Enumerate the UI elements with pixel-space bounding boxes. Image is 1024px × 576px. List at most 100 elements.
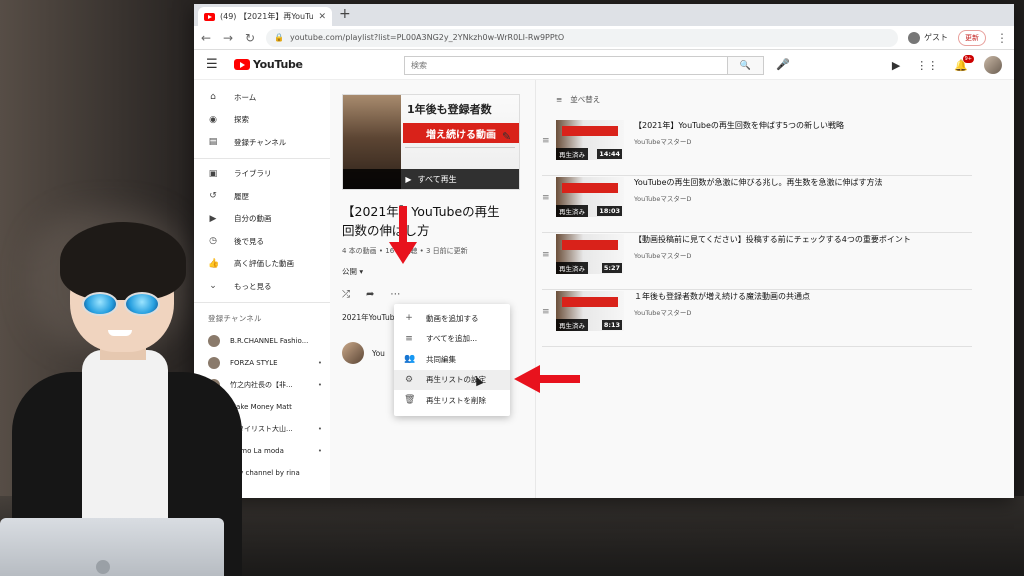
collaborate-icon: 👥 [404, 354, 416, 365]
forward-icon[interactable]: → [222, 31, 234, 45]
sidebar-divider [194, 157, 330, 159]
playlist-thumbnail[interactable]: 1年後も登録者数 増え続ける動画 ▶ すべて再生 [342, 94, 520, 190]
new-content-dot: • [317, 446, 322, 455]
playlist-video-row[interactable]: ≡ 再生済み 18:03 YouTubeの再生回数が急激に伸びる兆し。再生数を急激に伸… [542, 177, 972, 233]
menu-item-playlist-add[interactable]: ≡ すべてを追加... [394, 329, 510, 350]
video-list: ≡ 並べ替え ≡ 再生済み 14:44 【2021年】YouTubeの再生回数を伸ばす… [535, 80, 1014, 498]
search-icon: 🔍 [739, 60, 752, 71]
delete-icon: 🗑 [404, 395, 416, 406]
watched-badge: 再生済み [556, 148, 588, 160]
sidebar-item-home[interactable]: ⌂ ホーム [194, 86, 330, 109]
drag-handle-icon[interactable]: ≡ [542, 193, 550, 203]
sort-button[interactable]: ≡ 並べ替え [556, 94, 600, 105]
edit-title-icon[interactable]: ✎ [502, 130, 511, 143]
update-button[interactable]: 更新 [958, 29, 986, 46]
menu-item-settings[interactable]: ⚙ 再生リストの設定 [394, 369, 510, 390]
apps-icon[interactable]: ⋮⋮ [916, 59, 938, 72]
duration-badge: 5:27 [601, 263, 622, 273]
browser-tab[interactable]: (49) 【2021年】再YouTubeの生... ✕ [198, 7, 332, 26]
thumbnail-banner [562, 126, 618, 136]
new-content-dot: • [317, 380, 322, 389]
watched-badge: 再生済み [556, 262, 588, 274]
subscriptions-icon: ▤ [208, 137, 218, 148]
sidebar-item-explore[interactable]: ◉ 探索 [194, 109, 330, 132]
tab-title: (49) 【2021年】再YouTubeの生... [220, 12, 314, 21]
watched-badge: 再生済み [556, 205, 588, 217]
video-channel[interactable]: YouTubeマスターD [634, 307, 810, 317]
play-all-button[interactable]: ▶ すべて再生 [343, 169, 519, 189]
playlist-title: 【2021年】YouTubeの再生回数の伸ばし方 [342, 204, 500, 238]
youtube-logo[interactable]: YouTube [234, 58, 303, 71]
drag-handle-icon[interactable]: ≡ [542, 307, 550, 317]
hamburger-menu-icon[interactable]: ☰ [206, 57, 224, 72]
apple-logo-icon [96, 560, 110, 574]
play-all-label: すべて再生 [417, 174, 457, 184]
sidebar-item-history[interactable]: ↺ 履歴 [194, 185, 330, 208]
url-field[interactable]: 🔒 youtube.com/playlist?list=PL00A3NG2y_2… [266, 28, 898, 47]
close-tab-icon[interactable]: ✕ [318, 12, 326, 22]
browser-window: (49) 【2021年】再YouTubeの生... ✕ + ← → ↻ 🔒 yo… [194, 4, 1014, 498]
share-icon[interactable]: ➦ [366, 289, 374, 300]
duration-badge: 18:03 [597, 206, 622, 216]
thumbnail-text: 1年後も登録者数 [407, 103, 492, 116]
sidebar-item-library[interactable]: ▣ ライブラリ [194, 163, 330, 186]
dropdown-arrow-icon: ▾ [359, 267, 364, 276]
duration-badge: 8:13 [601, 320, 622, 330]
thumbnail-chart [405, 147, 515, 167]
video-thumbnail[interactable]: 再生済み 14:44 [556, 120, 624, 160]
search-input[interactable] [405, 57, 727, 74]
video-thumbnail[interactable]: 再生済み 18:03 [556, 177, 624, 217]
guest-profile[interactable]: ゲスト [908, 31, 948, 44]
guest-label: ゲスト [924, 33, 948, 42]
video-title[interactable]: YouTubeの再生回数が急激に伸びる兆し。再生数を急激に伸ばす方法 [634, 177, 883, 188]
youtube-logo-icon [234, 59, 250, 70]
video-title[interactable]: １年後も登録者数が増え続ける魔法動画の共通点 [634, 291, 810, 302]
playlist-video-row[interactable]: ≡ 再生済み 5:27 【動画投稿前に見てください】投稿する前にチェックする4つの重要… [542, 234, 972, 290]
sidebar-item-subscriptions[interactable]: ▤ 登録チャンネル [194, 131, 330, 154]
thumbnail-banner [562, 183, 618, 193]
more-actions-icon[interactable]: ⋯ [390, 289, 400, 300]
menu-item-label: 動画を追加する [426, 313, 479, 323]
video-channel[interactable]: YouTubeマスターD [634, 193, 883, 203]
red-arrow-down-icon [389, 242, 417, 264]
search-button[interactable]: 🔍 [727, 57, 763, 74]
sidebar-item-label: 探索 [234, 115, 249, 125]
new-content-dot: • [317, 424, 322, 433]
privacy-dropdown[interactable]: 公開 ▾ [342, 266, 523, 277]
microphone-icon[interactable]: 🎤 [776, 58, 790, 71]
create-video-icon[interactable]: ▶ [892, 59, 900, 72]
video-thumbnail[interactable]: 再生済み 8:13 [556, 291, 624, 331]
video-channel[interactable]: YouTubeマスターD [634, 250, 911, 260]
notifications-icon[interactable]: 🔔 9+ [954, 54, 974, 72]
video-channel[interactable]: YouTubeマスターD [634, 136, 844, 146]
history-icon: ↺ [209, 191, 217, 202]
browser-menu-icon[interactable]: ⋮ [996, 31, 1008, 45]
thumbnail-banner [562, 297, 618, 307]
playlist-actions: ⤮ ➦ ⋯ [342, 289, 523, 300]
playlist-meta: 4 本の動画 • 16 回視聴 • 3 日前に更新 [342, 247, 468, 255]
menu-item-label: 共同編集 [426, 354, 456, 364]
playlist-video-row[interactable]: ≡ 再生済み 14:44 【2021年】YouTubeの再生回数を伸ばす5つの新しい戦… [542, 120, 972, 176]
lock-icon: 🔒 [274, 33, 284, 42]
video-title[interactable]: 【動画投稿前に見てください】投稿する前にチェックする4つの重要ポイント [634, 234, 911, 245]
video-title[interactable]: 【2021年】YouTubeの再生回数を伸ばす5つの新しい戦略 [634, 120, 844, 131]
shuffle-icon[interactable]: ⤮ [342, 289, 350, 300]
menu-item-delete[interactable]: 🗑 再生リストを削除 [394, 390, 510, 411]
back-icon[interactable]: ← [200, 31, 212, 45]
new-tab-icon[interactable]: + [339, 6, 351, 22]
video-thumbnail[interactable]: 再生済み 5:27 [556, 234, 624, 274]
reload-icon[interactable]: ↻ [244, 31, 256, 45]
menu-item-add[interactable]: + 動画を追加する [394, 308, 510, 329]
new-content-dot: • [317, 358, 322, 367]
drag-handle-icon[interactable]: ≡ [542, 250, 550, 260]
account-avatar[interactable] [984, 56, 1002, 74]
red-arrow-down-shaft [399, 206, 407, 246]
settings-icon: ⚙ [404, 374, 414, 385]
playlist-video-row[interactable]: ≡ 再生済み 8:13 １年後も登録者数が増え続ける魔法動画の共通点 YouTubeマス… [542, 291, 972, 347]
drag-handle-icon[interactable]: ≡ [542, 136, 550, 146]
menu-item-collaborate[interactable]: 👥 共同編集 [394, 349, 510, 370]
red-arrow-left-shaft [538, 375, 580, 383]
laptop [0, 518, 224, 576]
youtube-favicon-icon [204, 12, 215, 21]
video-info: 【動画投稿前に見てください】投稿する前にチェックする4つの重要ポイント YouTu… [634, 234, 911, 260]
